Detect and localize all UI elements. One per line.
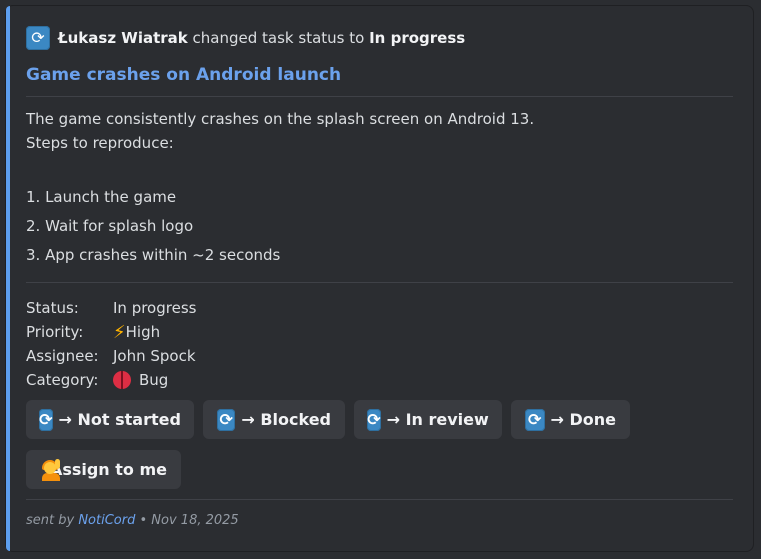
task-embed: ⟳ Łukasz Wiatrak changed task status to … [5, 5, 754, 552]
divider [26, 96, 733, 97]
priority-text: High [125, 323, 161, 341]
description-line: Steps to reproduce: [26, 134, 174, 152]
author-action: changed task status to [192, 29, 365, 47]
button-label: → In review [386, 410, 489, 429]
person-raising-hand-icon [40, 458, 60, 481]
embed-accent-bar [6, 6, 10, 551]
embed-author: ⟳ Łukasz Wiatrak changed task status to … [26, 25, 465, 51]
field-status: Status: In progress [26, 296, 196, 320]
description-line: The game consistently crashes on the spl… [26, 110, 535, 128]
app-link[interactable]: NotiCord [78, 513, 135, 528]
sync-icon: ⟳ [525, 408, 545, 431]
sync-icon: ⟳ [367, 408, 381, 431]
footer-date: Nov 18, 2025 [151, 513, 239, 528]
field-priority: Priority: ⚡ High [26, 320, 196, 344]
button-label: → Not started [58, 410, 181, 429]
set-done-button[interactable]: ⟳ → Done [511, 400, 630, 439]
field-label: Status: [26, 299, 79, 317]
assign-to-me-button[interactable]: Assign to me [26, 450, 181, 489]
status-value: In progress [113, 299, 197, 317]
status-button-row: ⟳ → Not started ⟳ → Blocked ⟳ → In revie… [26, 400, 639, 439]
ladybug-icon [113, 371, 131, 389]
lightning-icon: ⚡ [113, 321, 126, 343]
button-label: → Done [550, 410, 617, 429]
task-fields: Status: In progress Priority: ⚡ High Ass… [26, 296, 196, 392]
set-in-review-button[interactable]: ⟳ → In review [354, 400, 502, 439]
divider [26, 499, 733, 500]
button-label: → Blocked [241, 410, 331, 429]
divider [26, 282, 733, 283]
set-blocked-button[interactable]: ⟳ → Blocked [203, 400, 345, 439]
embed-title[interactable]: Game crashes on Android launch [26, 65, 341, 85]
step-item: 3. App crashes within ~2 seconds [26, 246, 281, 264]
field-label: Priority: [26, 323, 84, 341]
category-value: Bug [113, 371, 168, 389]
sync-icon: ⟳ [217, 408, 236, 431]
button-label: Assign to me [49, 460, 167, 479]
assignee-value: John Spock [113, 347, 196, 365]
field-category: Category: Bug [26, 368, 196, 392]
step-item: 2. Wait for splash logo [26, 217, 194, 235]
category-text: Bug [139, 371, 169, 389]
assign-button-row: Assign to me [26, 450, 190, 489]
author-status: In progress [369, 29, 466, 47]
footer-separator: • [139, 513, 148, 528]
priority-value: ⚡ High [113, 322, 160, 343]
embed-footer: sent by NotiCord • Nov 18, 2025 [26, 513, 239, 528]
set-not-started-button[interactable]: ⟳ → Not started [26, 400, 194, 439]
step-item: 1. Launch the game [26, 188, 177, 206]
field-label: Category: [26, 371, 99, 389]
footer-prefix: sent by [26, 513, 75, 528]
field-label: Assignee: [26, 347, 99, 365]
field-assignee: Assignee: John Spock [26, 344, 196, 368]
sync-icon: ⟳ [26, 26, 50, 50]
sync-icon: ⟳ [39, 408, 53, 431]
author-name: Łukasz Wiatrak [58, 29, 188, 47]
